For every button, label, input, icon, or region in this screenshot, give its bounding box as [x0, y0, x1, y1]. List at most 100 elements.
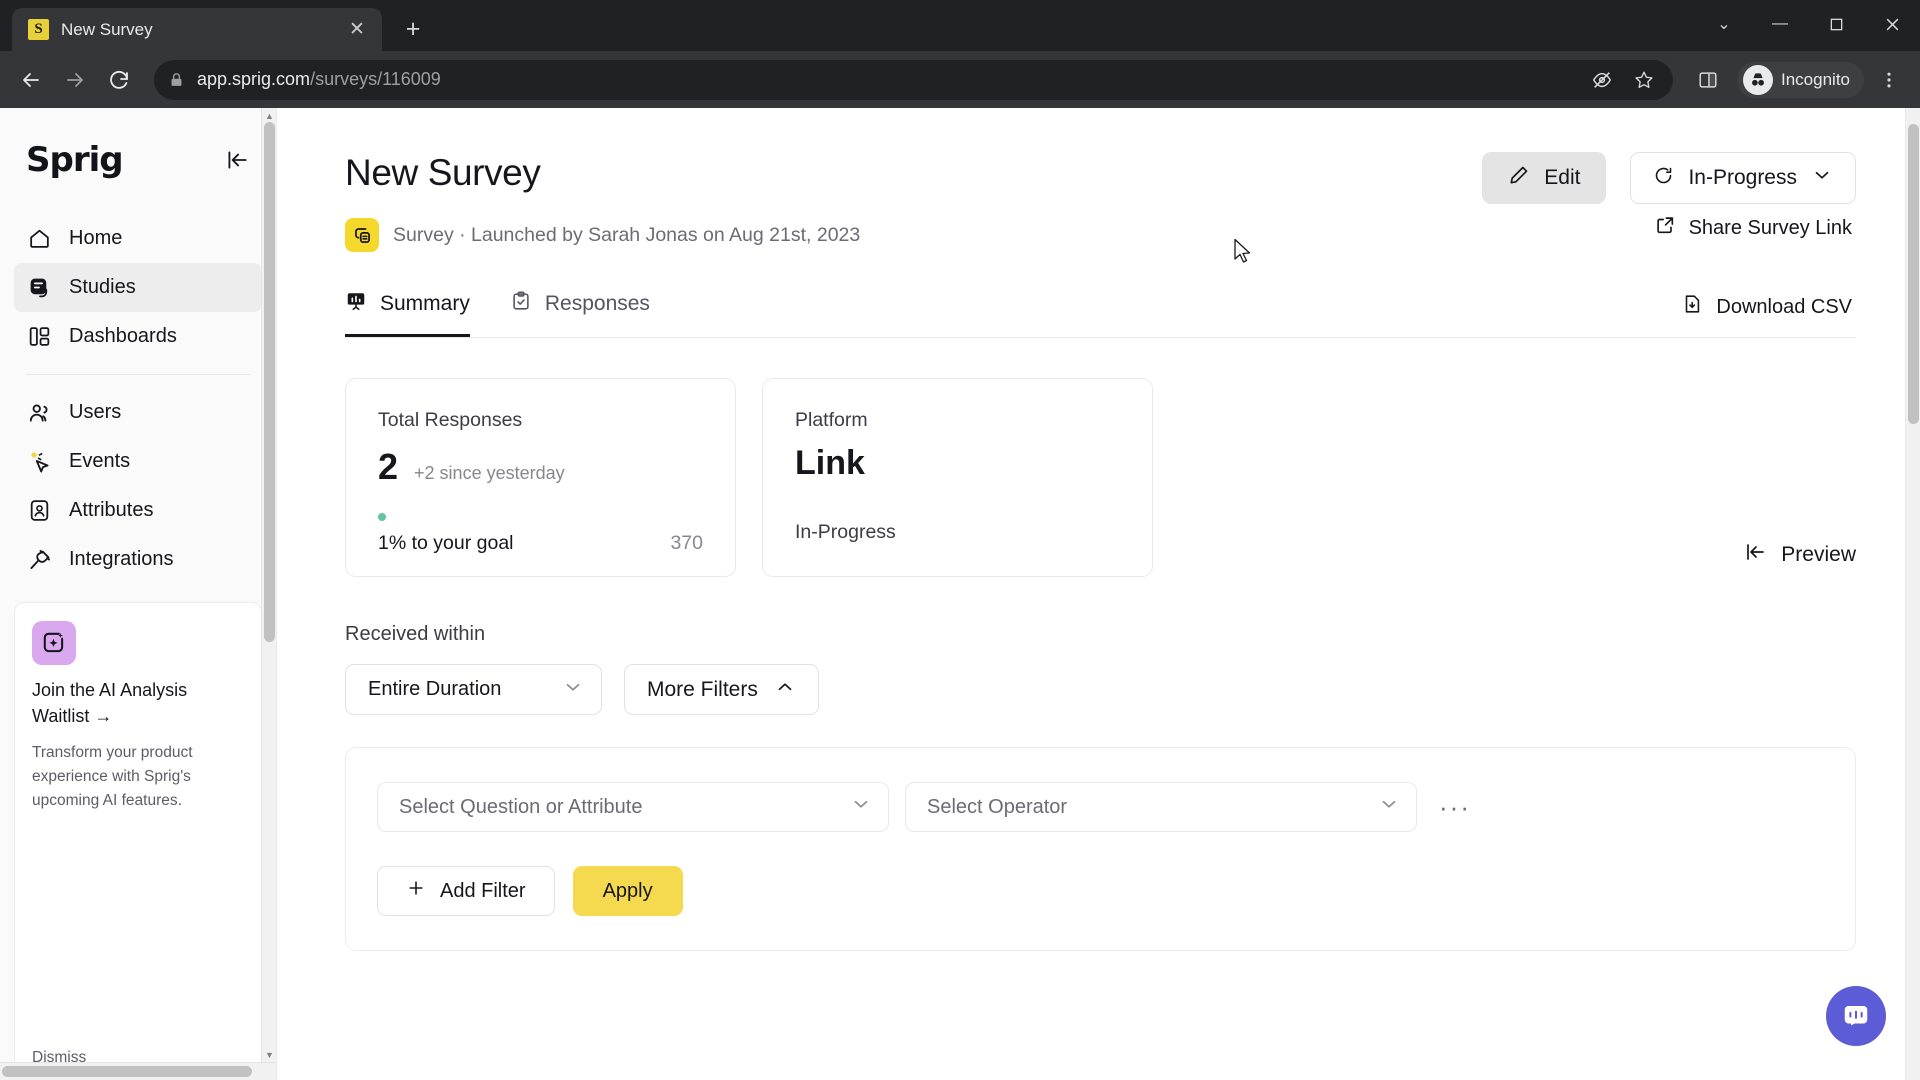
download-csv-button[interactable]: Download CSV — [1681, 293, 1852, 337]
collapse-sidebar-icon[interactable] — [224, 147, 250, 173]
plus-icon — [406, 878, 426, 904]
total-responses-value: 2 — [378, 446, 399, 487]
users-icon — [26, 399, 53, 426]
sidebar-item-dashboards[interactable]: Dashboards — [14, 312, 262, 361]
add-filter-label: Add Filter — [440, 879, 526, 902]
bookmark-star-icon[interactable] — [1625, 61, 1663, 99]
sidebar-item-users[interactable]: Users — [14, 388, 262, 437]
preview-label: Preview — [1781, 543, 1856, 566]
primary-actions: Edit In-Progress — [1482, 152, 1856, 204]
minimize-button[interactable]: — — [1752, 0, 1808, 48]
app-sidebar: Sprig Home Studies Dashboards Users Even… — [0, 108, 277, 1080]
external-link-icon — [1654, 214, 1676, 242]
profile-chip[interactable]: Incognito — [1737, 61, 1864, 98]
chevron-down-icon — [1378, 793, 1400, 821]
horizontal-scroll-thumb[interactable] — [2, 1066, 252, 1077]
back-icon[interactable] — [12, 61, 50, 99]
sidebar-item-label: Users — [69, 401, 122, 423]
browser-toolbar: app.sprig.com/surveys/116009 Incognito — [0, 51, 1920, 108]
tab-responses[interactable]: Responses — [510, 290, 650, 337]
question-placeholder: Select Question or Attribute — [399, 795, 643, 818]
window-controls: ⌄ — — [1696, 0, 1920, 48]
apply-button[interactable]: Apply — [572, 866, 683, 916]
platform-value: Link — [795, 444, 865, 482]
share-survey-link-button[interactable]: Share Survey Link — [1654, 214, 1856, 242]
main-scroll-thumb[interactable] — [1908, 124, 1919, 424]
scroll-down-arrow[interactable]: ▼ — [262, 1047, 277, 1062]
chart-presentation-icon — [345, 290, 367, 318]
survey-type-icon — [345, 218, 379, 252]
maximize-button[interactable] — [1808, 0, 1864, 48]
sidebar-item-label: Studies — [69, 276, 136, 298]
forward-icon[interactable] — [56, 61, 94, 99]
dashboards-icon — [26, 323, 53, 350]
close-tab-icon[interactable]: ✕ — [344, 17, 370, 43]
tab-summary[interactable]: Summary — [345, 290, 470, 337]
profile-label: Incognito — [1781, 69, 1850, 89]
header-actions: Edit In-Progress Share Survey Link — [1482, 152, 1856, 242]
chrome-menu-icon[interactable] — [1870, 61, 1908, 99]
duration-value: Entire Duration — [368, 678, 502, 700]
filter-actions: Add Filter Apply — [377, 866, 1823, 916]
horizontal-scrollbar[interactable] — [0, 1062, 276, 1080]
more-filters-button[interactable]: More Filters — [624, 664, 819, 715]
sidebar-divider — [26, 374, 250, 375]
main-scrollbar[interactable] — [1905, 108, 1920, 1080]
sidebar-item-studies[interactable]: Studies — [14, 263, 262, 312]
home-icon — [26, 225, 53, 252]
filter-overflow-menu[interactable]: ··· — [1433, 793, 1477, 820]
in-progress-icon — [1653, 165, 1674, 192]
mouse-cursor — [1234, 238, 1251, 263]
goal-target-value: 370 — [670, 532, 703, 554]
sidebar-item-home[interactable]: Home — [14, 214, 262, 263]
sidebar-item-integrations[interactable]: Integrations — [14, 535, 262, 584]
side-panel-icon[interactable] — [1689, 61, 1727, 99]
goal-row: 1% to your goal 370 — [378, 532, 703, 555]
operator-select[interactable]: Select Operator — [905, 782, 1417, 832]
close-window-button[interactable] — [1864, 0, 1920, 48]
goal-progress-fill — [378, 513, 386, 521]
total-responses-card: Total Responses 2 +2 since yesterday 1% … — [345, 378, 736, 577]
sidebar-scroll-thumb[interactable] — [264, 122, 275, 642]
filter-panel: Select Question or Attribute Select Oper… — [345, 747, 1856, 951]
question-attribute-select[interactable]: Select Question or Attribute — [377, 782, 889, 832]
more-filters-label: More Filters — [647, 677, 758, 701]
platform-card: Platform Link In-Progress — [762, 378, 1153, 577]
integrations-icon — [26, 546, 53, 573]
preview-collapse-icon — [1743, 540, 1767, 570]
tab-search-icon[interactable]: ⌄ — [1696, 0, 1752, 48]
operator-placeholder: Select Operator — [927, 795, 1068, 818]
download-csv-label: Download CSV — [1716, 295, 1852, 318]
sidebar-item-label: Dashboards — [69, 325, 177, 347]
ai-sparkle-icon — [32, 621, 76, 665]
reload-icon[interactable] — [100, 61, 138, 99]
browser-tab[interactable]: S New Survey ✕ — [12, 8, 382, 51]
preview-button[interactable]: Preview — [1743, 540, 1856, 570]
duration-select[interactable]: Entire Duration — [345, 664, 602, 715]
tab-label: Summary — [380, 292, 470, 315]
scroll-up-arrow[interactable]: ▲ — [262, 108, 277, 123]
sidebar-item-attributes[interactable]: Attributes — [14, 486, 262, 535]
download-icon — [1681, 293, 1703, 321]
tab-list: Summary Responses — [345, 290, 650, 337]
clipboard-check-icon — [510, 290, 532, 318]
sidebar-item-label: Events — [69, 450, 131, 472]
promo-title[interactable]: Join the AI Analysis Waitlist → — [32, 677, 244, 729]
status-dropdown[interactable]: In-Progress — [1630, 152, 1856, 204]
intercom-chat-button[interactable] — [1826, 986, 1886, 1046]
tracking-protection-icon[interactable] — [1583, 61, 1621, 99]
tab-title: New Survey — [61, 19, 153, 39]
sidebar-scrollbar[interactable]: ▲ ▼ — [261, 108, 276, 1062]
add-filter-button[interactable]: Add Filter — [377, 866, 555, 916]
main-content: New Survey Survey · Launched by Sarah Jo… — [277, 108, 1920, 1080]
sidebar-item-events[interactable]: Events — [14, 437, 262, 486]
card-label: Platform — [795, 409, 868, 431]
sidebar-item-label: Attributes — [69, 499, 154, 521]
edit-button[interactable]: Edit — [1482, 152, 1607, 204]
pencil-icon — [1508, 164, 1530, 192]
sidebar-header: Sprig — [0, 108, 276, 180]
address-bar[interactable]: app.sprig.com/surveys/116009 — [154, 59, 1673, 100]
browser-window: S New Survey ✕ + ⌄ — app.sprig.com/surve… — [0, 0, 1920, 1080]
new-tab-button[interactable]: + — [394, 10, 432, 48]
chevron-down-icon — [850, 793, 872, 821]
